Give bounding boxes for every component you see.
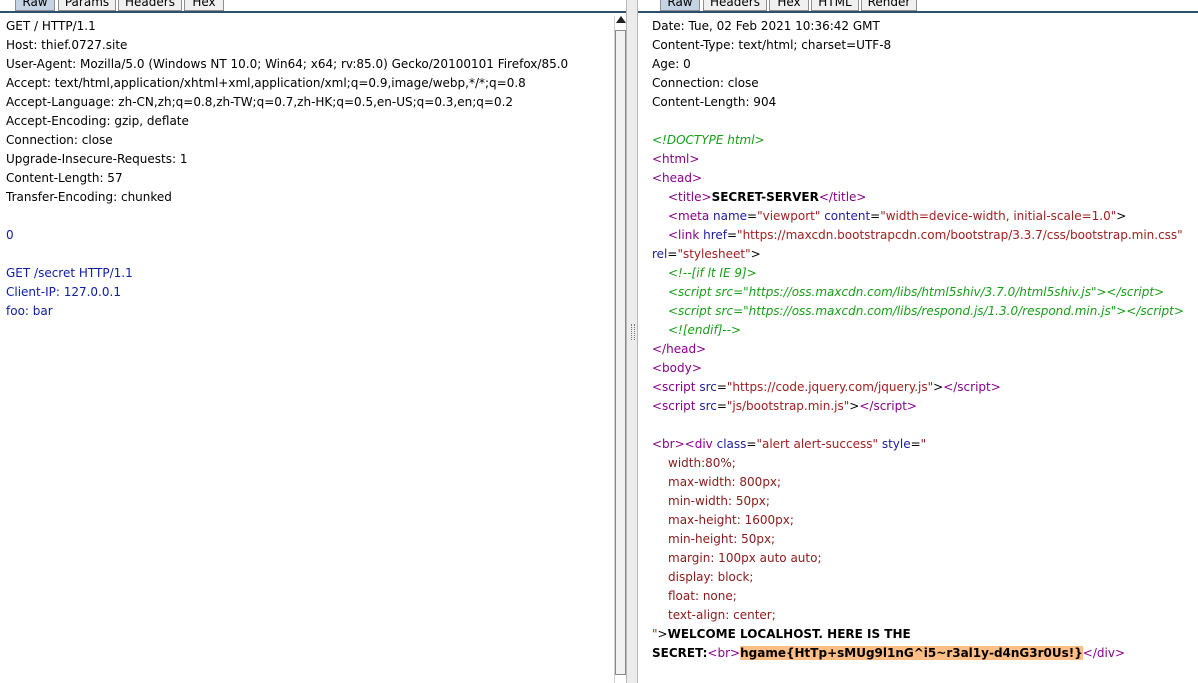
request-line: Content-Length: 57 <box>6 171 123 185</box>
style-line: margin: 100px auto auto; <box>668 551 822 565</box>
request-tab-hex[interactable]: Hex <box>184 0 224 11</box>
respond-line: <script src="https://oss.maxcdn.com/libs… <box>668 304 1184 318</box>
html5shiv-src: "https://oss.maxcdn.com/libs/html5shiv/3… <box>743 285 1097 299</box>
style-line: min-width: 50px; <box>668 494 770 508</box>
style-line: width:80%; <box>668 456 736 470</box>
body-open-line: <body> <box>652 361 702 375</box>
response-header-line: Content-Length: 904 <box>652 95 777 109</box>
request-line: Accept: text/html,application/xhtml+xml,… <box>6 76 526 90</box>
bootstrap-js-src: "js/bootstrap.min.js" <box>726 399 850 413</box>
request-line-smuggled: Client-IP: 127.0.0.1 <box>6 285 121 299</box>
ie-conditional-open: <!--[if lt IE 9]> <box>668 266 757 280</box>
divider-grip-icon[interactable] <box>631 324 635 340</box>
style-line: min-height: 50px; <box>668 532 776 546</box>
request-line <box>6 245 610 264</box>
request-scrollbar-thumb[interactable] <box>615 30 626 675</box>
request-text[interactable]: GET / HTTP/1.1 Host: thief.0727.site Use… <box>6 17 610 321</box>
scroll-up-arrow-icon[interactable] <box>616 16 626 23</box>
request-scrollbar[interactable] <box>614 16 626 683</box>
respond-src: "https://oss.maxcdn.com/libs/respond.js/… <box>743 304 1117 318</box>
html5shiv-line: <script src="https://oss.maxcdn.com/libs… <box>668 285 1165 299</box>
head-close-line: </head> <box>652 342 707 356</box>
title-line: <title>SECRET-SERVER</title> <box>668 190 867 204</box>
style-line: display: block; <box>668 570 754 584</box>
bootstrap-script-line: <script src="js/bootstrap.min.js"></scri… <box>652 399 917 413</box>
response-tab-hex[interactable]: Hex <box>769 0 809 11</box>
secret-label: SECRET: <box>652 646 708 660</box>
request-editor[interactable]: GET / HTTP/1.1 Host: thief.0727.site Use… <box>0 13 626 683</box>
request-line <box>6 207 610 226</box>
response-viewer[interactable]: Date: Tue, 02 Feb 2021 10:36:42 GMT Cont… <box>638 13 1198 683</box>
response-tab-headers[interactable]: Headers <box>703 0 767 11</box>
flag-highlight: hgame{HtTp+sMUg9l1nG^i5~r3al1y-d4nG3r0Us… <box>740 646 1083 660</box>
request-line: GET / HTTP/1.1 <box>6 19 96 33</box>
request-line: Accept-Language: zh-CN,zh;q=0.8,zh-TW;q=… <box>6 95 514 109</box>
welcome-line: ">WELCOME LOCALHOST. HERE IS THE <box>652 627 911 641</box>
link-rel-line: rel="stylesheet"> <box>652 247 761 261</box>
div-class-value: "alert alert-success" <box>756 437 878 451</box>
response-text[interactable]: Date: Tue, 02 Feb 2021 10:36:42 GMT Cont… <box>652 17 1198 663</box>
title-text: SECRET-SERVER <box>711 190 819 204</box>
response-tab-raw[interactable]: Raw <box>660 0 700 11</box>
request-tab-raw[interactable]: Raw <box>15 0 55 11</box>
request-line: Connection: close <box>6 133 113 147</box>
response-header-line: Content-Type: text/html; charset=UTF-8 <box>652 38 892 52</box>
response-tab-render[interactable]: Render <box>861 0 917 11</box>
response-header-line: Connection: close <box>652 76 759 90</box>
link-rel-value: "stylesheet" <box>677 247 751 261</box>
meta-content-value: "width=device-width, initial-scale=1.0" <box>880 209 1117 223</box>
request-line-chunk-size: 0 <box>6 228 14 242</box>
response-tab-html[interactable]: HTML <box>811 0 859 11</box>
head-open-line: <head> <box>652 171 703 185</box>
request-line: Host: thief.0727.site <box>6 38 128 52</box>
response-header-line: Age: 0 <box>652 57 691 71</box>
split-divider[interactable] <box>626 0 638 683</box>
meta-line: <meta name="viewport" content="width=dev… <box>668 209 1127 223</box>
doctype-line: <!DOCTYPE html> <box>652 133 765 147</box>
html-open-line: <html> <box>652 152 700 166</box>
request-line: User-Agent: Mozilla/5.0 (Windows NT 10.0… <box>6 57 569 71</box>
secret-line: SECRET:<br>hgame{HtTp+sMUg9l1nG^i5~r3al1… <box>652 646 1126 660</box>
style-line: max-width: 800px; <box>668 475 782 489</box>
request-line-smuggled: foo: bar <box>6 304 53 318</box>
request-tab-params[interactable]: Params <box>58 0 116 11</box>
link-line: <link href="https://maxcdn.bootstrapcdn.… <box>668 228 1183 242</box>
response-header-line: Date: Tue, 02 Feb 2021 10:36:42 GMT <box>652 19 880 33</box>
style-line: float: none; <box>668 589 737 603</box>
request-tab-headers[interactable]: Headers <box>118 0 182 11</box>
request-line-smuggled: GET /secret HTTP/1.1 <box>6 266 133 280</box>
request-line: Transfer-Encoding: chunked <box>6 190 172 204</box>
request-line: Upgrade-Insecure-Requests: 1 <box>6 152 188 166</box>
ie-conditional-close: <![endif]--> <box>668 323 742 337</box>
jquery-script-line: <script src="https://code.jquery.com/jqu… <box>652 380 1001 394</box>
link-href-value: "https://maxcdn.bootstrapcdn.com/bootstr… <box>737 228 1183 242</box>
style-line: text-align: center; <box>668 608 776 622</box>
style-line: max-height: 1600px; <box>668 513 794 527</box>
welcome-text: WELCOME LOCALHOST. HERE IS THE <box>667 627 911 641</box>
div-open-line: <br><div class="alert alert-success" sty… <box>652 437 927 451</box>
jquery-src: "https://code.jquery.com/jquery.js" <box>726 380 934 394</box>
request-line: Accept-Encoding: gzip, deflate <box>6 114 189 128</box>
